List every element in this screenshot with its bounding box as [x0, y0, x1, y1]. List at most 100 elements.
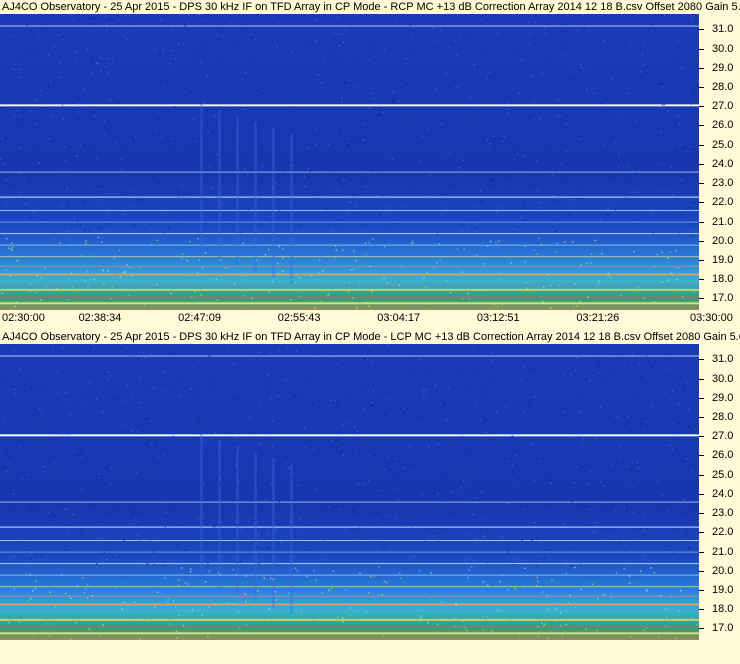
- noise-speck: [111, 428, 113, 430]
- noise-speck: [610, 464, 612, 466]
- noise-speck: [126, 38, 128, 41]
- noise-speck: [591, 631, 594, 634]
- noise-speck: [183, 42, 185, 44]
- noise-speck: [637, 498, 639, 501]
- y-tick-mark: [699, 279, 704, 281]
- x-tick-label: 03:12:51: [476, 312, 520, 324]
- noise-speck: [364, 225, 366, 228]
- noise-speck: [52, 116, 54, 118]
- noise-speck: [106, 24, 108, 26]
- noise-speck: [26, 24, 28, 26]
- noise-speck: [530, 186, 532, 188]
- noise-speck: [629, 45, 631, 47]
- noise-speck: [132, 206, 134, 208]
- noise-speck: [38, 155, 40, 157]
- noise-speck: [57, 34, 60, 36]
- noise-speck: [669, 358, 671, 360]
- noise-speck: [644, 429, 646, 431]
- burst-streak: [290, 464, 293, 614]
- noise-speck: [660, 131, 662, 133]
- noise-speck: [75, 622, 78, 624]
- noise-speck: [80, 255, 82, 257]
- noise-speck: [568, 436, 571, 438]
- noise-speck: [57, 20, 59, 22]
- noise-speck: [96, 157, 98, 159]
- noise-speck: [345, 528, 347, 530]
- noise-speck: [53, 233, 55, 235]
- noise-speck: [201, 614, 203, 616]
- noise-speck: [204, 581, 207, 583]
- noise-speck: [571, 500, 573, 503]
- noise-speck: [536, 159, 538, 162]
- noise-speck: [517, 153, 519, 155]
- noise-speck: [623, 506, 626, 509]
- noise-speck: [342, 56, 344, 59]
- noise-speck: [536, 585, 538, 587]
- noise-speck: [446, 193, 448, 195]
- noise-speck: [86, 597, 89, 599]
- noise-speck: [98, 521, 100, 523]
- noise-speck: [76, 74, 78, 77]
- noise-speck: [690, 103, 692, 105]
- noise-speck: [524, 245, 527, 248]
- noise-speck: [71, 231, 73, 233]
- y-tick-mark: [699, 609, 704, 611]
- noise-speck: [538, 202, 540, 204]
- noise-speck: [85, 240, 87, 242]
- noise-speck: [125, 14, 127, 17]
- noise-speck: [29, 110, 32, 112]
- noise-speck: [463, 248, 465, 250]
- noise-speck: [19, 368, 22, 371]
- noise-speck: [576, 357, 578, 359]
- noise-speck: [421, 474, 423, 477]
- noise-speck: [264, 499, 267, 501]
- noise-speck: [523, 412, 526, 414]
- noise-speck: [248, 208, 250, 211]
- noise-speck: [138, 351, 141, 353]
- noise-speck: [300, 611, 303, 614]
- noise-speck: [441, 530, 443, 533]
- noise-speck: [153, 176, 155, 179]
- interference-line: [0, 603, 699, 606]
- burst-streak: [272, 128, 275, 278]
- noise-speck: [506, 460, 509, 462]
- noise-speck: [575, 127, 578, 129]
- noise-speck: [126, 263, 128, 266]
- noise-speck: [676, 40, 679, 42]
- noise-speck: [267, 532, 270, 535]
- noise-speck: [630, 178, 632, 180]
- noise-speck: [109, 393, 111, 395]
- noise-speck: [438, 539, 441, 541]
- noise-speck: [159, 103, 162, 105]
- noise-speck: [513, 52, 516, 54]
- noise-speck: [688, 547, 690, 549]
- noise-speck: [85, 243, 87, 245]
- y-tick-label: 22.0: [712, 526, 734, 539]
- noise-speck: [206, 110, 209, 112]
- noise-speck: [563, 523, 565, 526]
- noise-speck: [456, 54, 458, 56]
- noise-speck: [331, 450, 334, 452]
- noise-speck: [132, 138, 134, 140]
- noise-speck: [64, 160, 67, 162]
- noise-speck: [383, 634, 385, 637]
- noise-speck: [672, 194, 674, 196]
- noise-speck: [445, 450, 448, 452]
- noise-speck: [126, 384, 129, 387]
- noise-speck: [234, 523, 236, 525]
- noise-speck: [193, 386, 195, 388]
- noise-speck: [328, 100, 331, 102]
- noise-speck: [73, 18, 75, 21]
- noise-speck: [193, 348, 195, 350]
- noise-speck: [520, 59, 523, 61]
- noise-speck: [177, 584, 180, 587]
- noise-speck: [493, 303, 495, 306]
- noise-speck: [466, 533, 468, 535]
- noise-speck: [382, 172, 384, 175]
- noise-speck: [77, 454, 80, 456]
- noise-speck: [593, 530, 595, 533]
- noise-speck: [334, 80, 337, 83]
- noise-speck: [690, 16, 693, 19]
- noise-speck: [337, 616, 339, 618]
- noise-speck: [236, 561, 238, 563]
